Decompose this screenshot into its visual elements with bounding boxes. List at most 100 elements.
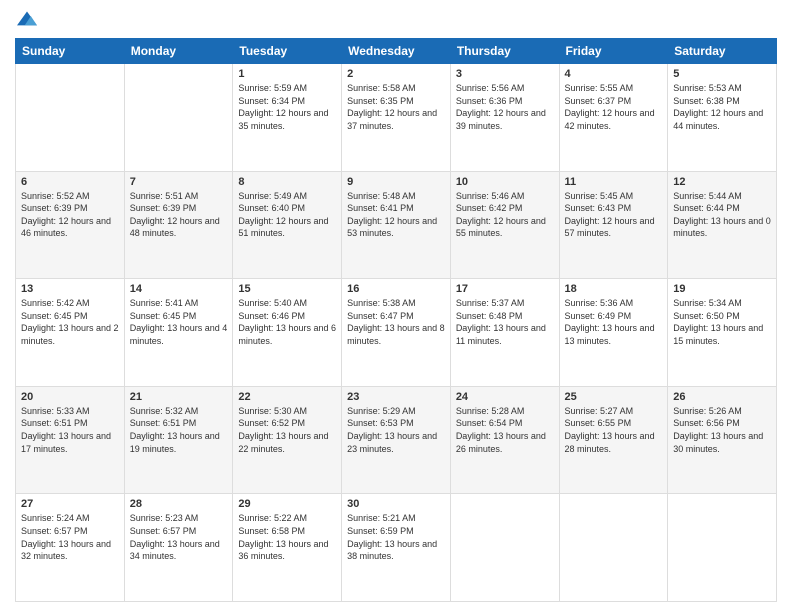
sunrise-label: Sunrise:: [130, 191, 166, 201]
day-info: Sunrise: 5:40 AM Sunset: 6:46 PM Dayligh…: [238, 297, 336, 347]
day-number: 9: [347, 176, 445, 188]
sunrise-label: Sunrise:: [673, 191, 709, 201]
sunset-value: 6:43 PM: [598, 203, 632, 213]
day-number: 26: [673, 391, 771, 403]
sunset-label: Sunset:: [130, 311, 163, 321]
sunset-label: Sunset:: [21, 203, 54, 213]
day-info: Sunrise: 5:36 AM Sunset: 6:49 PM Dayligh…: [565, 297, 663, 347]
daylight-label: Daylight: 12 hours and 57 minutes.: [565, 216, 655, 239]
sunrise-value: 5:59 AM: [274, 83, 307, 93]
col-header-monday: Monday: [124, 39, 233, 64]
day-number: 1: [238, 68, 336, 80]
day-info: Sunrise: 5:33 AM Sunset: 6:51 PM Dayligh…: [21, 405, 119, 455]
day-number: 2: [347, 68, 445, 80]
sunrise-value: 5:38 AM: [383, 298, 416, 308]
day-info: Sunrise: 5:56 AM Sunset: 6:36 PM Dayligh…: [456, 82, 554, 132]
sunset-value: 6:39 PM: [163, 203, 197, 213]
sunrise-value: 5:32 AM: [165, 406, 198, 416]
sunset-label: Sunset:: [21, 526, 54, 536]
sunrise-label: Sunrise:: [21, 191, 57, 201]
calendar-cell: 29 Sunrise: 5:22 AM Sunset: 6:58 PM Dayl…: [233, 494, 342, 602]
sunrise-label: Sunrise:: [21, 513, 57, 523]
sunrise-label: Sunrise:: [673, 406, 709, 416]
sunrise-label: Sunrise:: [238, 191, 274, 201]
daylight-label: Daylight: 13 hours and 22 minutes.: [238, 431, 328, 454]
calendar-week-1: 6 Sunrise: 5:52 AM Sunset: 6:39 PM Dayli…: [16, 171, 777, 279]
sunrise-value: 5:22 AM: [274, 513, 307, 523]
sunset-label: Sunset:: [238, 526, 271, 536]
calendar-cell: [124, 64, 233, 172]
day-info: Sunrise: 5:41 AM Sunset: 6:45 PM Dayligh…: [130, 297, 228, 347]
daylight-label: Daylight: 13 hours and 19 minutes.: [130, 431, 220, 454]
day-number: 4: [565, 68, 663, 80]
day-info: Sunrise: 5:45 AM Sunset: 6:43 PM Dayligh…: [565, 190, 663, 240]
day-number: 28: [130, 498, 228, 510]
sunset-label: Sunset:: [673, 96, 706, 106]
calendar-cell: 7 Sunrise: 5:51 AM Sunset: 6:39 PM Dayli…: [124, 171, 233, 279]
sunrise-value: 5:30 AM: [274, 406, 307, 416]
sunset-label: Sunset:: [238, 311, 271, 321]
daylight-label: Daylight: 13 hours and 23 minutes.: [347, 431, 437, 454]
sunset-value: 6:35 PM: [380, 96, 414, 106]
daylight-label: Daylight: 12 hours and 48 minutes.: [130, 216, 220, 239]
sunset-label: Sunset:: [130, 526, 163, 536]
sunset-value: 6:48 PM: [489, 311, 523, 321]
header: [15, 10, 777, 30]
day-info: Sunrise: 5:26 AM Sunset: 6:56 PM Dayligh…: [673, 405, 771, 455]
day-info: Sunrise: 5:58 AM Sunset: 6:35 PM Dayligh…: [347, 82, 445, 132]
sunset-value: 6:38 PM: [706, 96, 740, 106]
daylight-label: Daylight: 13 hours and 30 minutes.: [673, 431, 763, 454]
day-info: Sunrise: 5:48 AM Sunset: 6:41 PM Dayligh…: [347, 190, 445, 240]
daylight-label: Daylight: 12 hours and 35 minutes.: [238, 108, 328, 131]
day-number: 21: [130, 391, 228, 403]
day-number: 23: [347, 391, 445, 403]
sunset-value: 6:44 PM: [706, 203, 740, 213]
sunrise-label: Sunrise:: [21, 406, 57, 416]
day-info: Sunrise: 5:27 AM Sunset: 6:55 PM Dayligh…: [565, 405, 663, 455]
daylight-label: Daylight: 12 hours and 42 minutes.: [565, 108, 655, 131]
sunrise-label: Sunrise:: [238, 298, 274, 308]
day-info: Sunrise: 5:32 AM Sunset: 6:51 PM Dayligh…: [130, 405, 228, 455]
sunset-label: Sunset:: [565, 418, 598, 428]
sunrise-label: Sunrise:: [565, 191, 601, 201]
day-info: Sunrise: 5:49 AM Sunset: 6:40 PM Dayligh…: [238, 190, 336, 240]
sunrise-label: Sunrise:: [347, 513, 383, 523]
sunrise-label: Sunrise:: [347, 298, 383, 308]
calendar-cell: 28 Sunrise: 5:23 AM Sunset: 6:57 PM Dayl…: [124, 494, 233, 602]
calendar-cell: 12 Sunrise: 5:44 AM Sunset: 6:44 PM Dayl…: [668, 171, 777, 279]
sunset-value: 6:45 PM: [163, 311, 197, 321]
sunset-value: 6:57 PM: [163, 526, 197, 536]
day-number: 3: [456, 68, 554, 80]
calendar-cell: 22 Sunrise: 5:30 AM Sunset: 6:52 PM Dayl…: [233, 386, 342, 494]
sunset-value: 6:36 PM: [489, 96, 523, 106]
sunset-label: Sunset:: [565, 96, 598, 106]
calendar-cell: 11 Sunrise: 5:45 AM Sunset: 6:43 PM Dayl…: [559, 171, 668, 279]
sunrise-value: 5:34 AM: [709, 298, 742, 308]
page: SundayMondayTuesdayWednesdayThursdayFrid…: [0, 0, 792, 612]
calendar-cell: 8 Sunrise: 5:49 AM Sunset: 6:40 PM Dayli…: [233, 171, 342, 279]
calendar-cell: 25 Sunrise: 5:27 AM Sunset: 6:55 PM Dayl…: [559, 386, 668, 494]
calendar-cell: 20 Sunrise: 5:33 AM Sunset: 6:51 PM Dayl…: [16, 386, 125, 494]
sunrise-value: 5:49 AM: [274, 191, 307, 201]
sunset-value: 6:42 PM: [489, 203, 523, 213]
day-number: 6: [21, 176, 119, 188]
sunset-value: 6:40 PM: [271, 203, 305, 213]
sunrise-value: 5:46 AM: [491, 191, 524, 201]
col-header-sunday: Sunday: [16, 39, 125, 64]
sunset-label: Sunset:: [673, 311, 706, 321]
day-info: Sunrise: 5:22 AM Sunset: 6:58 PM Dayligh…: [238, 512, 336, 562]
daylight-label: Daylight: 12 hours and 46 minutes.: [21, 216, 111, 239]
day-number: 12: [673, 176, 771, 188]
calendar-cell: [16, 64, 125, 172]
daylight-label: Daylight: 13 hours and 0 minutes.: [673, 216, 771, 239]
daylight-label: Daylight: 13 hours and 28 minutes.: [565, 431, 655, 454]
logo-icon: [15, 10, 39, 30]
calendar-cell: [668, 494, 777, 602]
day-number: 20: [21, 391, 119, 403]
sunrise-label: Sunrise:: [456, 406, 492, 416]
daylight-label: Daylight: 13 hours and 4 minutes.: [130, 323, 228, 346]
calendar-cell: 19 Sunrise: 5:34 AM Sunset: 6:50 PM Dayl…: [668, 279, 777, 387]
day-info: Sunrise: 5:53 AM Sunset: 6:38 PM Dayligh…: [673, 82, 771, 132]
day-number: 22: [238, 391, 336, 403]
calendar-cell: 9 Sunrise: 5:48 AM Sunset: 6:41 PM Dayli…: [342, 171, 451, 279]
